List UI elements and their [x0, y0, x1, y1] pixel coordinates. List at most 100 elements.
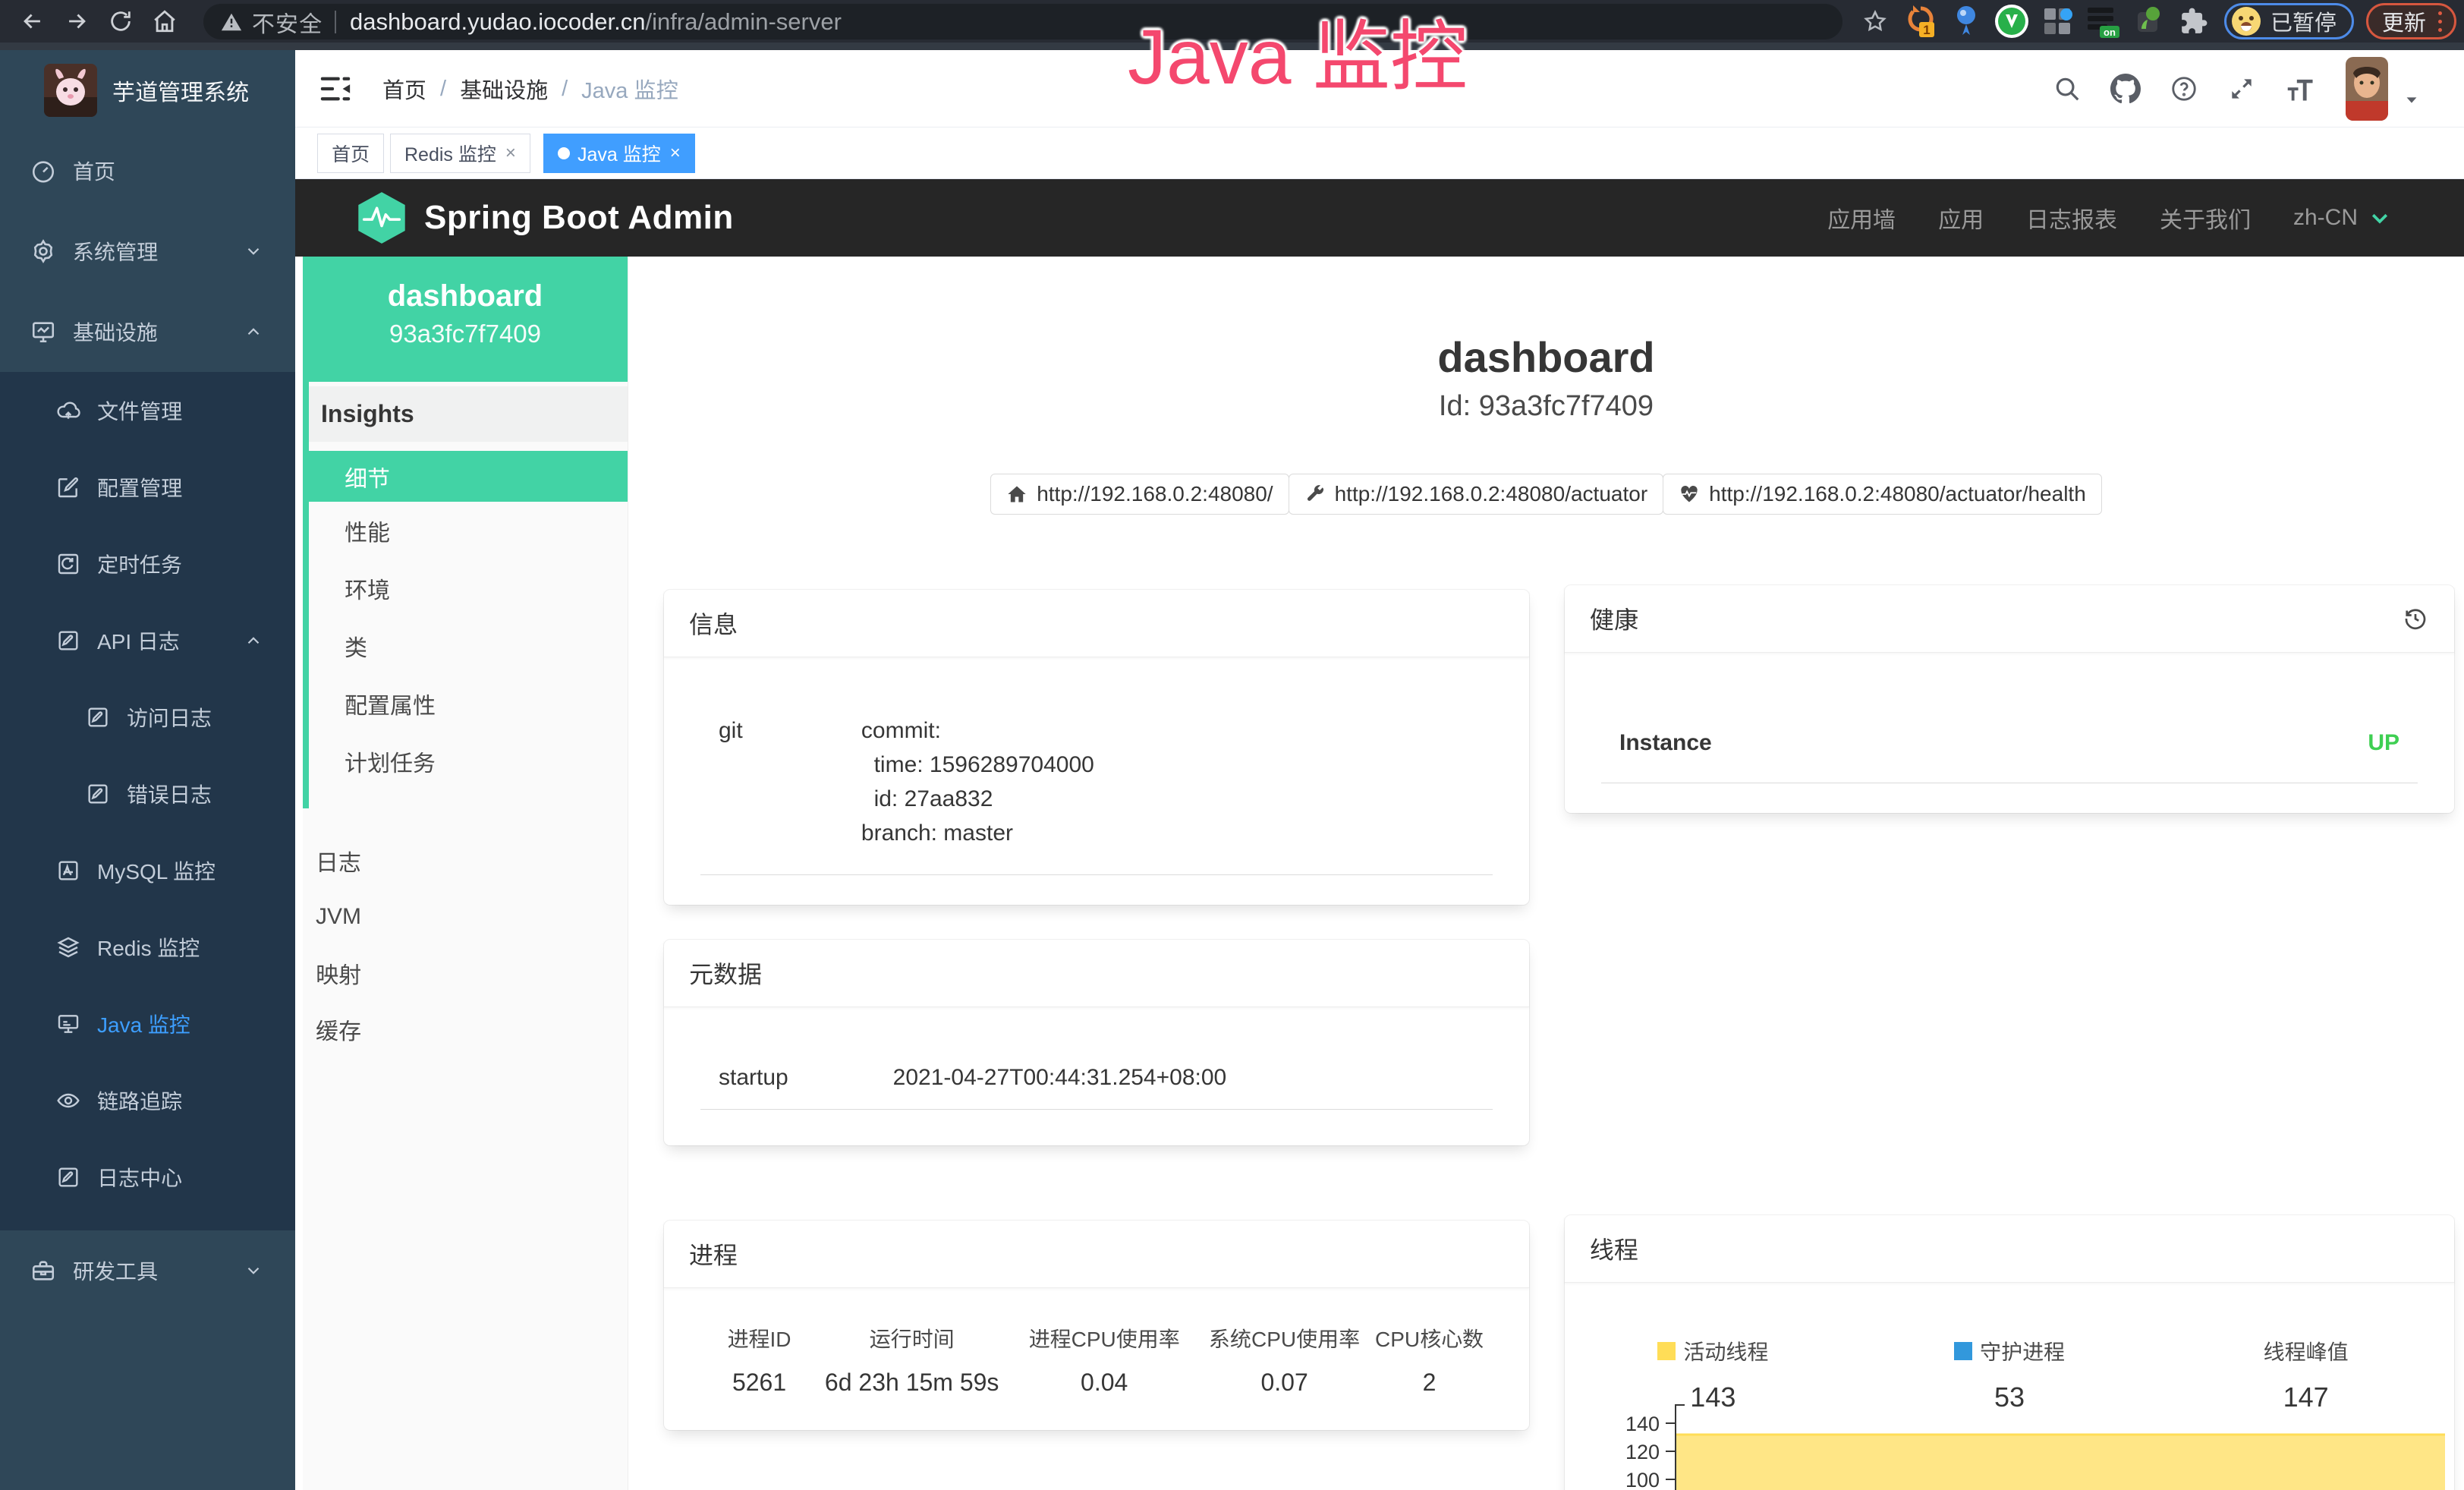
toolbox-icon [30, 1258, 56, 1284]
table-header-row: 进程ID 运行时间 进程CPU使用率 系统CPU使用率 CPU核心数 [700, 1312, 1493, 1364]
menu-item-system[interactable]: 系统管理 [0, 211, 295, 291]
browser-forward-button[interactable] [55, 0, 99, 43]
sba-menu-caches[interactable]: 缓存 [303, 1001, 628, 1057]
sba-menu-details[interactable]: 细节 [309, 451, 628, 502]
sba-menu-classes[interactable]: 类 [309, 617, 628, 675]
sba-menu-logfile[interactable]: 日志 [303, 833, 628, 889]
sba-nav-menu: 应用墙 应用 日志报表 关于我们 zh-CN [1827, 179, 2391, 257]
help-icon[interactable] [2170, 74, 2198, 103]
extension-v-icon[interactable] [1992, 3, 2031, 39]
breadcrumb-home[interactable]: 首页 [382, 73, 426, 105]
database-icon [56, 858, 80, 883]
sba-nav-journal[interactable]: 日志报表 [2026, 201, 2117, 235]
svg-text:on: on [2104, 27, 2116, 38]
actuator-url-button[interactable]: http://192.168.0.2:48080/actuator [1289, 474, 1664, 515]
sidebar-logo[interactable]: 芋道管理系统 [0, 50, 295, 131]
fullscreen-icon[interactable] [2227, 74, 2256, 103]
menu-item-file[interactable]: 文件管理 [0, 372, 295, 449]
extension-grid-icon[interactable] [2038, 3, 2077, 39]
sba-nav-about[interactable]: 关于我们 [2160, 201, 2251, 235]
instance-title: dashboard [628, 332, 2464, 382]
extension-tabs-on-icon[interactable]: on [2083, 3, 2123, 39]
menu-item-infra[interactable]: 基础设施 [0, 291, 295, 372]
tab-home[interactable]: 首页 [317, 134, 384, 173]
font-size-icon[interactable] [2285, 74, 2317, 103]
chevron-down-icon [244, 241, 263, 261]
card-process: 进程 进程ID 运行时间 进程CPU使用率 系统CPU使用率 CPU核心数 52… [664, 1221, 1529, 1430]
instance-links: http://192.168.0.2:48080/ http://192.168… [628, 474, 2464, 515]
tab-label: 首页 [332, 140, 370, 167]
caret-down-icon[interactable] [2403, 92, 2420, 109]
chevron-up-icon [244, 322, 263, 342]
menu-item-job[interactable]: 定时任务 [0, 525, 295, 602]
profile-avatar-emoji [2231, 6, 2261, 36]
sba-menu-scheduledtasks[interactable]: 计划任务 [309, 732, 628, 790]
cpu-cores: 2 [1366, 1364, 1493, 1416]
sba-nav-wallboard[interactable]: 应用墙 [1827, 201, 1896, 235]
sba-brand[interactable]: Spring Boot Admin [356, 179, 734, 257]
menu-item-home[interactable]: 首页 [0, 131, 295, 211]
tab-java-monitor[interactable]: Java 监控× [543, 134, 695, 173]
tab-redis-monitor[interactable]: Redis 监控× [390, 134, 530, 173]
menu-item-mysql[interactable]: MySQL 监控 [0, 832, 295, 909]
extension-sync-icon[interactable]: 1 [1901, 3, 1940, 39]
menu-item-trace[interactable]: 链路追踪 [0, 1062, 295, 1139]
health-url-button[interactable]: http://192.168.0.2:48080/actuator/health [1663, 474, 2102, 515]
card-metadata-title: 元数据 [689, 956, 762, 991]
extensions-puzzle-icon[interactable] [2174, 3, 2214, 39]
metadata-row-label: startup [700, 1038, 875, 1110]
menu-item-config[interactable]: 配置管理 [0, 449, 295, 525]
link-label: http://192.168.0.2:48080/ [1037, 482, 1273, 506]
close-icon[interactable]: × [670, 143, 681, 164]
chevron-up-icon [244, 631, 263, 650]
menu-item-api-log[interactable]: API 日志 [0, 602, 295, 679]
menu-item-java-monitor[interactable]: Java 监控 [0, 985, 295, 1062]
browser-home-button[interactable] [143, 0, 187, 43]
log-icon [56, 1165, 80, 1189]
card-threads: 线程 活动线程 143 守护进程 53 线程峰值 147 [1565, 1215, 2454, 1490]
svg-text:1: 1 [1923, 23, 1930, 37]
sba-instance-header[interactable]: dashboard 93a3fc7f7409 [303, 257, 628, 382]
sba-menu-mappings[interactable]: 映射 [303, 945, 628, 1001]
screen: 不安全 dashboard.yudao.iocoder.cn/infra/adm… [0, 0, 2464, 1490]
sba-menu-environment[interactable]: 环境 [309, 559, 628, 617]
instance-subtitle: Id: 93a3fc7f7409 [628, 390, 2464, 423]
github-icon[interactable] [2110, 74, 2141, 104]
browser-back-button[interactable] [11, 0, 55, 43]
menu-item-error-log[interactable]: 错误日志 [0, 755, 295, 832]
browser-address-bar[interactable]: 不安全 dashboard.yudao.iocoder.cn/infra/adm… [203, 4, 1842, 39]
sba-nav-applications[interactable]: 应用 [1938, 201, 1984, 235]
sba-menu-jvm[interactable]: JVM [303, 889, 628, 945]
service-url-button[interactable]: http://192.168.0.2:48080/ [990, 474, 1289, 515]
browser-profile-button[interactable]: 已暂停 [2224, 3, 2354, 39]
menu-item-redis[interactable]: Redis 监控 [0, 909, 295, 985]
threads-live-value: 143 [1565, 1381, 1861, 1413]
sba-navbar: Spring Boot Admin 应用墙 应用 日志报表 关于我们 zh-CN [295, 179, 2464, 257]
menu-item-log-center[interactable]: 日志中心 [0, 1139, 295, 1215]
eye-icon [56, 1088, 80, 1113]
legend-live-swatch [1657, 1342, 1676, 1360]
page-url[interactable]: dashboard.yudao.iocoder.cn/infra/admin-s… [350, 8, 842, 36]
breadcrumb-infra[interactable]: 基础设施 [460, 73, 548, 105]
not-secure-label[interactable]: 不安全 [252, 5, 323, 39]
sidebar-collapse-button[interactable] [318, 71, 353, 106]
search-icon[interactable] [2053, 74, 2082, 103]
extension-plant-icon[interactable] [2129, 3, 2168, 39]
browser-update-menu-button[interactable]: 更新 [2366, 3, 2456, 39]
sba-section-label: Insights [309, 386, 628, 442]
health-status: UP [1781, 683, 2418, 783]
sba-locale-select[interactable]: zh-CN [2293, 205, 2391, 231]
sba-menu-configprops[interactable]: 配置属性 [309, 675, 628, 732]
menu-item-devtools[interactable]: 研发工具 [0, 1230, 295, 1311]
close-icon[interactable]: × [505, 143, 516, 164]
menu-item-access-log[interactable]: 访问日志 [0, 679, 295, 755]
history-icon[interactable] [2402, 605, 2429, 632]
extension-pin-icon[interactable] [1946, 3, 1986, 39]
infra-submenu: 文件管理 配置管理 定时任务 API 日志 访问日志 [0, 372, 295, 1230]
bookmark-star-icon[interactable] [1855, 3, 1895, 39]
legend-label-peak: 线程峰值 [2264, 1336, 2349, 1366]
user-avatar[interactable] [2346, 57, 2388, 121]
browser-reload-button[interactable] [99, 0, 143, 43]
sba-insight-menu: 细节 性能 环境 类 配置属性 计划任务 [309, 451, 628, 808]
sba-menu-metrics[interactable]: 性能 [309, 502, 628, 559]
